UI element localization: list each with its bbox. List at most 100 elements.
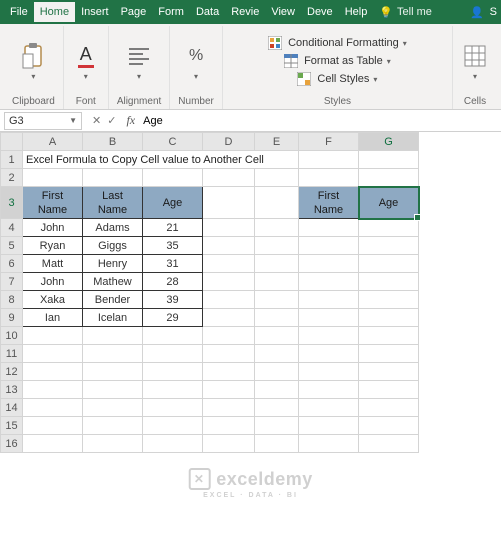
select-all-corner[interactable]	[1, 133, 23, 151]
chevron-down-icon[interactable]: ▾	[84, 72, 88, 81]
cell-B15[interactable]	[83, 417, 143, 435]
cell-G6[interactable]	[359, 255, 419, 273]
cell-A2[interactable]	[23, 169, 83, 187]
share-icon[interactable]: 👤	[470, 6, 484, 19]
cell-C14[interactable]	[143, 399, 203, 417]
alignment-icon[interactable]	[125, 42, 153, 70]
cell-F13[interactable]	[299, 381, 359, 399]
col-header-D[interactable]: D	[203, 133, 255, 151]
col-header-E[interactable]: E	[255, 133, 299, 151]
cell-C7[interactable]: 28	[143, 273, 203, 291]
cell-D6[interactable]	[203, 255, 255, 273]
cell-B16[interactable]	[83, 435, 143, 453]
cell-C13[interactable]	[143, 381, 203, 399]
cell-D3[interactable]	[203, 187, 255, 219]
row-header-8[interactable]: 8	[1, 291, 23, 309]
row-header-4[interactable]: 4	[1, 219, 23, 237]
tab-data[interactable]: Data	[190, 2, 225, 22]
cell-C3[interactable]: Age	[143, 187, 203, 219]
cell-A5[interactable]: Ryan	[23, 237, 83, 255]
cell-F3[interactable]: FirstName	[299, 187, 359, 219]
cell-G13[interactable]	[359, 381, 419, 399]
col-header-F[interactable]: F	[299, 133, 359, 151]
cell-G2[interactable]	[359, 169, 419, 187]
cell-C6[interactable]: 31	[143, 255, 203, 273]
cell-F5[interactable]	[299, 237, 359, 255]
cell-D14[interactable]	[203, 399, 255, 417]
cell-C5[interactable]: 35	[143, 237, 203, 255]
cell-E9[interactable]	[255, 309, 299, 327]
cell-C16[interactable]	[143, 435, 203, 453]
row-header-6[interactable]: 6	[1, 255, 23, 273]
cell-C9[interactable]: 29	[143, 309, 203, 327]
cell-B6[interactable]: Henry	[83, 255, 143, 273]
col-header-C[interactable]: C	[143, 133, 203, 151]
cell-A13[interactable]	[23, 381, 83, 399]
row-header-5[interactable]: 5	[1, 237, 23, 255]
cell-E2[interactable]	[255, 169, 299, 187]
tab-form[interactable]: Form	[152, 2, 190, 22]
cell-G5[interactable]	[359, 237, 419, 255]
cell-B2[interactable]	[83, 169, 143, 187]
cancel-icon[interactable]: ✕	[92, 114, 101, 127]
cell-F11[interactable]	[299, 345, 359, 363]
row-header-14[interactable]: 14	[1, 399, 23, 417]
cell-A1[interactable]: Excel Formula to Copy Cell value to Anot…	[23, 151, 299, 169]
cell-G3[interactable]: Age	[359, 187, 419, 219]
row-header-2[interactable]: 2	[1, 169, 23, 187]
row-header-9[interactable]: 9	[1, 309, 23, 327]
cell-A14[interactable]	[23, 399, 83, 417]
name-box[interactable]: G3 ▼	[4, 112, 82, 130]
cell-E12[interactable]	[255, 363, 299, 381]
cell-C8[interactable]: 39	[143, 291, 203, 309]
col-header-B[interactable]: B	[83, 133, 143, 151]
cell-D15[interactable]	[203, 417, 255, 435]
cell-B11[interactable]	[83, 345, 143, 363]
cell-B14[interactable]	[83, 399, 143, 417]
cell-E13[interactable]	[255, 381, 299, 399]
cell-B8[interactable]: Bender	[83, 291, 143, 309]
conditional-formatting-button[interactable]: Conditional Formatting ▾	[266, 35, 409, 51]
cell-G14[interactable]	[359, 399, 419, 417]
chevron-down-icon[interactable]: ▾	[31, 72, 35, 81]
cell-B9[interactable]: Icelan	[83, 309, 143, 327]
cell-E10[interactable]	[255, 327, 299, 345]
row-header-7[interactable]: 7	[1, 273, 23, 291]
cell-D10[interactable]	[203, 327, 255, 345]
cell-E4[interactable]	[255, 219, 299, 237]
cell-E3[interactable]	[255, 187, 299, 219]
row-header-3[interactable]: 3	[1, 187, 23, 219]
cell-E7[interactable]	[255, 273, 299, 291]
cell-F8[interactable]	[299, 291, 359, 309]
cell-F7[interactable]	[299, 273, 359, 291]
cell-F10[interactable]	[299, 327, 359, 345]
cell-F6[interactable]	[299, 255, 359, 273]
tell-me[interactable]: 💡Tell me	[379, 6, 432, 19]
cell-D8[interactable]	[203, 291, 255, 309]
cell-A7[interactable]: John	[23, 273, 83, 291]
cell-E15[interactable]	[255, 417, 299, 435]
tab-page[interactable]: Page	[115, 2, 153, 22]
cell-A15[interactable]	[23, 417, 83, 435]
share-label[interactable]: S	[490, 6, 497, 18]
cell-D11[interactable]	[203, 345, 255, 363]
cell-G16[interactable]	[359, 435, 419, 453]
cell-F4[interactable]	[299, 219, 359, 237]
cell-B4[interactable]: Adams	[83, 219, 143, 237]
cell-D16[interactable]	[203, 435, 255, 453]
cell-C12[interactable]	[143, 363, 203, 381]
cell-F2[interactable]	[299, 169, 359, 187]
cell-E8[interactable]	[255, 291, 299, 309]
cell-A8[interactable]: Xaka	[23, 291, 83, 309]
cell-A16[interactable]	[23, 435, 83, 453]
cell-E6[interactable]	[255, 255, 299, 273]
cell-A12[interactable]	[23, 363, 83, 381]
tab-insert[interactable]: Insert	[75, 2, 115, 22]
cell-A6[interactable]: Matt	[23, 255, 83, 273]
cell-C4[interactable]: 21	[143, 219, 203, 237]
tab-revie[interactable]: Revie	[225, 2, 265, 22]
cell-E11[interactable]	[255, 345, 299, 363]
cell-G4[interactable]	[359, 219, 419, 237]
cell-B12[interactable]	[83, 363, 143, 381]
font-icon[interactable]: A	[72, 42, 100, 70]
